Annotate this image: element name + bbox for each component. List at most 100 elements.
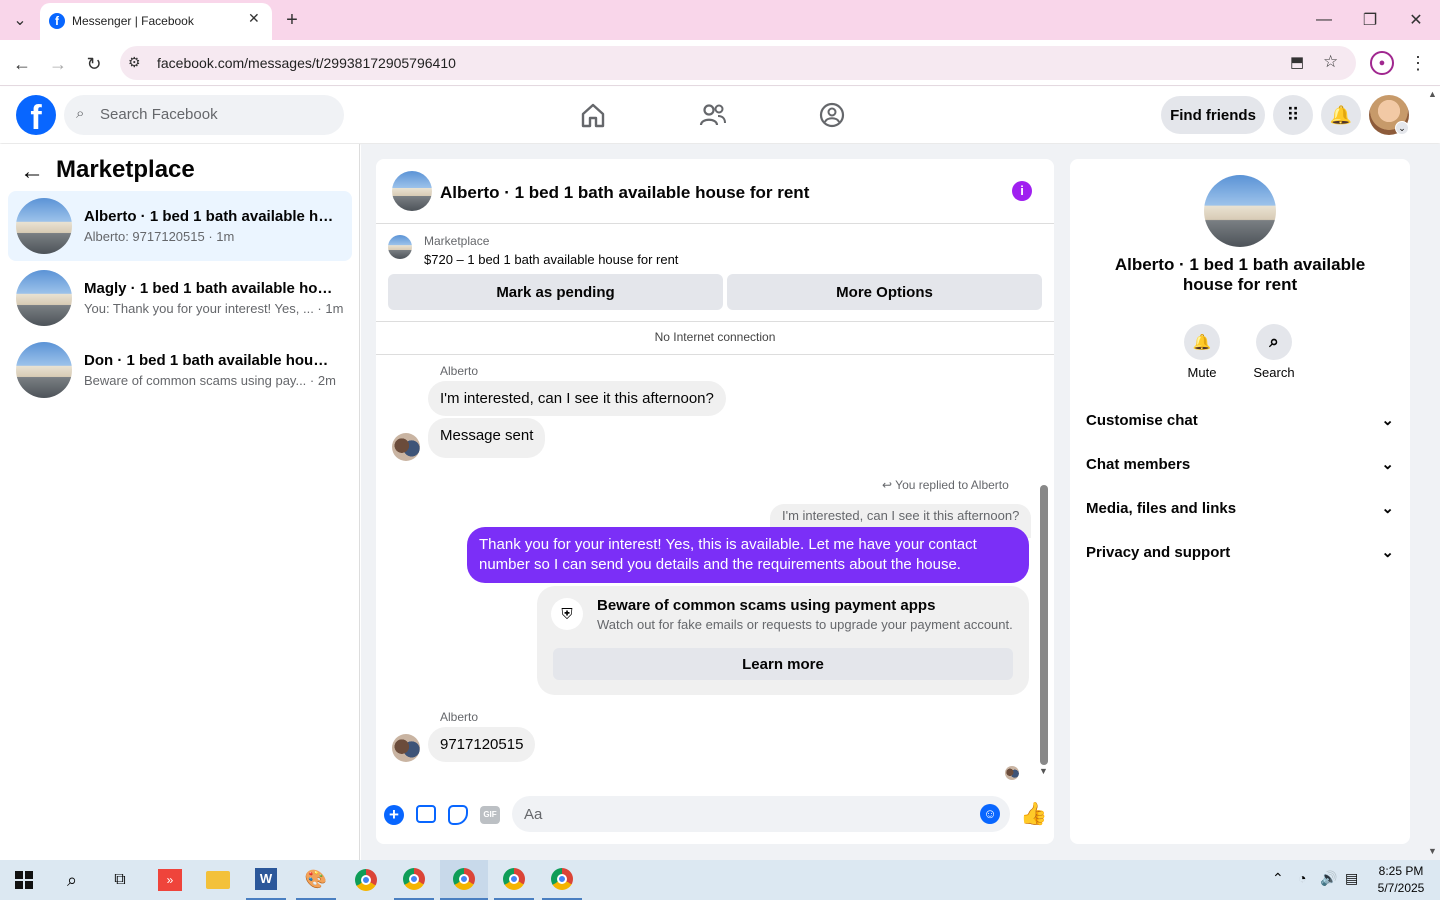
chrome-logo [551,868,573,890]
chat-header-thumbnail[interactable] [392,171,432,211]
windows-taskbar: ⌕ ⧉ » W 🎨 ⌃ ◔ 🔊 ▤ 8:25 PM 5/7/2025 [0,860,1440,900]
taskbar-search-icon[interactable]: ⌕ [52,860,92,900]
new-tab-icon[interactable]: + [280,8,304,32]
incoming-message[interactable]: I'm interested, can I see it this aftern… [428,381,726,416]
word-icon-shape: W [255,868,277,890]
listing-small-thumbnail[interactable] [388,235,412,259]
media-files-links-section[interactable]: Media, files and links ⌄ [1086,486,1394,530]
profile-icon[interactable]: ● [1370,51,1394,75]
chrome-profile3-app-icon[interactable] [542,860,582,900]
notifications-bell-icon[interactable]: 🔔 [1321,95,1361,135]
word-app-icon[interactable]: W [246,860,286,900]
attach-photo-icon[interactable] [416,805,436,823]
close-window-icon[interactable]: ✕ [1404,8,1428,32]
chrome-logo [403,868,425,890]
mark-as-pending-button[interactable]: Mark as pending [388,274,723,310]
facebook-logo-icon[interactable]: f [16,95,56,135]
windows-start-icon[interactable] [4,860,44,900]
sticker-icon[interactable] [448,805,468,825]
omnibox[interactable]: ⚙ facebook.com/messages/t/29938172905796… [120,46,1356,80]
listing-description[interactable]: $720 – 1 bed 1 bath available house for … [424,252,678,267]
browser-tab[interactable]: f Messenger | Facebook ✕ [40,3,272,40]
volume-icon[interactable]: 🔊 [1320,870,1337,887]
facebook-favicon-icon: f [49,13,65,29]
clock-time[interactable]: 8:25 PM [1370,864,1432,878]
incoming-message[interactable]: 9717120515 [428,727,536,762]
conversation-title: Alberto · 1 bed 1 bath available ho... [84,208,334,225]
restore-icon[interactable]: ❐ [1358,8,1382,32]
clock-date[interactable]: 5/7/2025 [1370,881,1432,895]
listing-source: Marketplace [424,234,490,248]
divider [376,354,1054,355]
show-hidden-icons-chevron-icon[interactable]: ⌃ [1272,870,1284,887]
folder-shape [206,871,230,889]
connection-status: No Internet connection [654,330,776,344]
chevron-down-icon: ⌄ [1381,412,1394,429]
network-icon[interactable]: ◔ [1298,870,1306,886]
minimize-icon[interactable]: — [1312,8,1336,32]
page-scroll-down-icon[interactable]: ▼ [1428,846,1437,856]
find-friends-button[interactable]: Find friends [1161,96,1265,134]
install-app-icon[interactable]: ⬒ [1290,53,1304,71]
replied-label: ↩ You replied to Alberto [882,478,1009,492]
conversation-item[interactable]: Alberto · 1 bed 1 bath available ho... A… [8,191,352,261]
mute-bell-icon[interactable]: 🔔 [1184,324,1220,360]
mute-label: Mute [1187,365,1217,380]
conversation-snippet: Alberto: 9717120515 · 1m [84,229,235,244]
conversation-title: Magly · 1 bed 1 bath available hou... [84,280,334,297]
search-icon: ⌕ [76,105,85,122]
file-explorer-icon[interactable] [198,860,238,900]
chat-members-section[interactable]: Chat members ⌄ [1086,442,1394,486]
sender-avatar[interactable] [392,734,420,762]
anydesk-app-icon[interactable]: » [150,860,190,900]
incoming-message[interactable]: Message sent [428,418,546,458]
privacy-support-section[interactable]: Privacy and support ⌄ [1086,530,1394,574]
page-scroll-up-icon[interactable]: ▲ [1428,89,1437,99]
search-conversation-icon[interactable]: ⌕ [1256,324,1292,360]
chrome-profile2-app-icon[interactable] [494,860,534,900]
like-thumb-icon[interactable]: 👍 [1020,801,1047,827]
outgoing-message[interactable]: Thank you for your interest! Yes, this i… [467,527,1029,583]
chrome-active-app-icon[interactable] [440,860,488,900]
conversation-item[interactable]: Don · 1 bed 1 bath available house ... B… [8,335,352,405]
groups-nav-icon[interactable] [817,100,847,130]
conversation-item[interactable]: Magly · 1 bed 1 bath available hou... Yo… [8,263,352,333]
account-chevron-icon[interactable]: ⌄ [1395,121,1409,135]
section-label: Media, files and links [1086,499,1237,517]
scroll-down-arrow-icon[interactable]: ▼ [1039,766,1048,776]
gif-icon[interactable]: GIF [480,806,500,824]
message-input[interactable]: Aa ☺ [512,796,1010,832]
home-nav-icon[interactable] [578,100,608,130]
tab-search-icon[interactable]: ⌄ [8,8,32,32]
url-text[interactable]: facebook.com/messages/t/2993817290579641… [157,55,456,71]
close-tab-icon[interactable]: ✕ [248,10,260,27]
details-thumbnail[interactable] [1204,175,1276,247]
chat-title[interactable]: Alberto · 1 bed 1 bath available house f… [440,183,809,203]
emoji-icon[interactable]: ☺ [980,804,1000,824]
forward-icon[interactable]: → [44,50,72,78]
customise-chat-section[interactable]: Customise chat ⌄ [1086,398,1394,442]
chrome-profile-app-icon[interactable] [394,860,434,900]
facebook-search-box[interactable]: ⌕ Search Facebook [64,95,344,135]
more-options-button[interactable]: More Options [727,274,1042,310]
scam-warning-body: Watch out for fake emails or requests to… [597,617,1013,632]
back-arrow-icon[interactable]: ← [20,158,44,186]
listing-thumbnail [16,198,72,254]
bookmark-star-icon[interactable]: ☆ [1323,52,1338,72]
task-view-icon[interactable]: ⧉ [100,860,140,900]
chat-scrollbar[interactable] [1040,485,1048,765]
learn-more-button[interactable]: Learn more [553,648,1013,680]
chrome-menu-icon[interactable]: ⋮ [1406,51,1430,75]
info-icon[interactable]: i [1012,181,1032,201]
paint-app-icon[interactable]: 🎨 [296,860,336,900]
add-plus-icon[interactable]: + [384,805,404,825]
back-icon[interactable]: ← [8,50,36,78]
sender-avatar[interactable] [392,433,420,461]
chrome-app-icon[interactable] [346,860,386,900]
friends-nav-icon[interactable] [698,100,728,130]
menu-grid-icon[interactable]: ⠿ [1273,95,1313,135]
notification-center-icon[interactable]: ▤ [1345,870,1358,887]
reload-icon[interactable]: ↻ [80,50,108,78]
details-title: Alberto · 1 bed 1 bath available house f… [1114,255,1366,294]
site-info-icon[interactable]: ⚙ [128,54,141,71]
